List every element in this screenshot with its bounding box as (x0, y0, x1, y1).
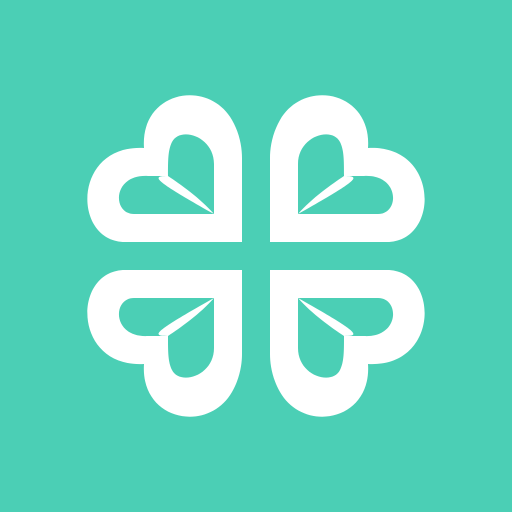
petal-top-right (270, 95, 425, 242)
clover-logo-icon (87, 95, 425, 417)
petal-bottom-right (270, 270, 425, 417)
app-icon (0, 0, 512, 512)
petal-top-left (87, 95, 242, 242)
petal-bottom-left (87, 270, 242, 417)
